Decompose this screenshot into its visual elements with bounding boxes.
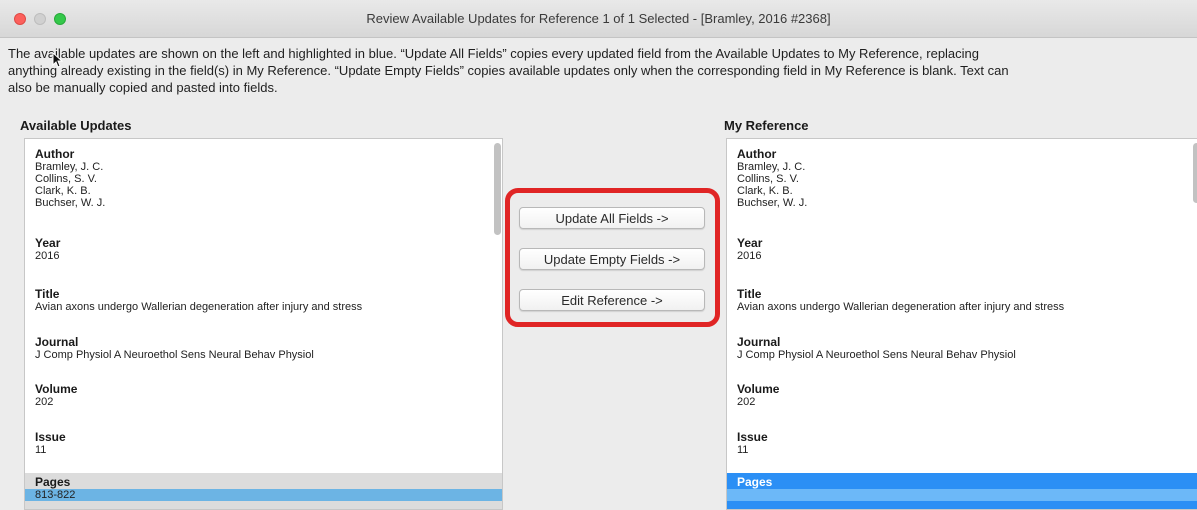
volume-value: 202 <box>35 396 54 408</box>
field-label: Volume <box>737 382 780 396</box>
available-issue-field[interactable]: Issue 11 <box>25 430 502 456</box>
year-value: 2016 <box>35 250 60 262</box>
author-value: Buchser, W. J. <box>737 197 808 209</box>
scrollbar-thumb[interactable] <box>1193 143 1197 203</box>
volume-value: 202 <box>737 396 756 408</box>
update-all-fields-button[interactable]: Update All Fields -> <box>519 207 705 229</box>
available-pages-field[interactable]: Pages 813-822 <box>25 473 502 509</box>
my-reference-pane[interactable]: Author Bramley, J. C. Collins, S. V. Cla… <box>726 138 1197 510</box>
field-label: Issue <box>35 430 66 444</box>
my-reference-heading: My Reference <box>724 118 809 133</box>
mine-title-field[interactable]: Title Avian axons undergo Wallerian dege… <box>727 287 1197 313</box>
title-bar: Review Available Updates for Reference 1… <box>0 0 1197 38</box>
field-label: Journal <box>737 335 781 349</box>
author-value: Collins, S. V. <box>737 173 799 185</box>
window-title: Review Available Updates for Reference 1… <box>366 11 831 26</box>
author-value: Clark, K. B. <box>35 185 91 197</box>
mine-volume-field[interactable]: Volume 202 <box>727 382 1197 408</box>
edit-reference-button[interactable]: Edit Reference -> <box>519 289 705 311</box>
instructions-line: anything already existing in the field(s… <box>8 63 1009 78</box>
field-label: Author <box>35 147 75 161</box>
available-title-field[interactable]: Title Avian axons undergo Wallerian dege… <box>25 287 502 313</box>
instructions-line: also be manually copied and pasted into … <box>8 80 278 95</box>
mine-pages-field[interactable]: Pages <box>727 473 1197 509</box>
issue-value: 11 <box>737 444 749 456</box>
mine-author-field[interactable]: Author Bramley, J. C. Collins, S. V. Cla… <box>727 147 1197 209</box>
journal-value: J Comp Physiol A Neuroethol Sens Neural … <box>35 349 314 361</box>
field-label: Pages <box>737 475 773 489</box>
field-label: Title <box>35 287 60 301</box>
field-label: Author <box>737 147 777 161</box>
pages-value[interactable] <box>727 489 1197 501</box>
available-updates-heading: Available Updates <box>20 118 132 133</box>
title-value: Avian axons undergo Wallerian degenerati… <box>35 301 363 313</box>
mouse-pointer-icon <box>52 51 64 73</box>
pages-value: 813-822 <box>25 489 502 501</box>
author-value: Clark, K. B. <box>737 185 793 197</box>
field-label: Journal <box>35 335 79 349</box>
field-label: Issue <box>737 430 768 444</box>
instructions-line: The available updates are shown on the l… <box>8 46 980 61</box>
mine-year-field[interactable]: Year 2016 <box>727 236 1197 262</box>
available-volume-field[interactable]: Volume 202 <box>25 382 502 408</box>
available-journal-field[interactable]: Journal J Comp Physiol A Neuroethol Sens… <box>25 335 502 361</box>
field-label: Volume <box>35 382 78 396</box>
title-value: Avian axons undergo Wallerian degenerati… <box>737 301 1065 313</box>
scrollbar-thumb[interactable] <box>494 143 501 235</box>
update-empty-fields-button[interactable]: Update Empty Fields -> <box>519 248 705 270</box>
available-author-field[interactable]: Author Bramley, J. C. Collins, S. V. Cla… <box>25 147 502 209</box>
update-buttons-group: Update All Fields -> Update Empty Fields… <box>505 188 720 327</box>
field-label: Pages <box>35 475 71 489</box>
available-updates-pane[interactable]: Author Bramley, J. C. Collins, S. V. Cla… <box>24 138 503 510</box>
year-value: 2016 <box>737 250 762 262</box>
available-year-field[interactable]: Year 2016 <box>25 236 502 262</box>
mine-issue-field[interactable]: Issue 11 <box>727 430 1197 456</box>
author-value: Bramley, J. C. <box>737 161 806 173</box>
author-value: Buchser, W. J. <box>35 197 106 209</box>
author-value: Bramley, J. C. <box>35 161 104 173</box>
field-label: Title <box>737 287 762 301</box>
field-label: Year <box>35 236 61 250</box>
mine-journal-field[interactable]: Journal J Comp Physiol A Neuroethol Sens… <box>727 335 1197 361</box>
instructions-text: The available updates are shown on the l… <box>8 45 1197 96</box>
author-value: Collins, S. V. <box>35 173 97 185</box>
field-label: Year <box>737 236 763 250</box>
journal-value: J Comp Physiol A Neuroethol Sens Neural … <box>737 349 1016 361</box>
issue-value: 11 <box>35 444 47 456</box>
